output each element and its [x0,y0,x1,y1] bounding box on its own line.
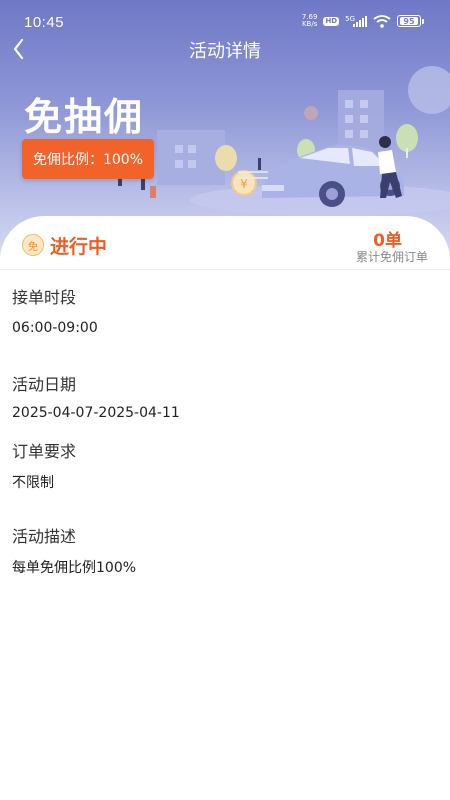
order-period-value: 06:00-09:00 [12,320,98,336]
battery-icon: 95 [397,15,424,27]
network-type: 5G [345,14,355,23]
battery-level: 95 [400,17,418,25]
commission-ratio-badge: 免佣比例：100% [22,139,154,179]
clock: 10:45 [24,14,65,31]
network-speed: 7.69 KB/s [302,14,318,28]
wifi-icon [373,14,391,28]
svg-text:¥: ¥ [240,177,248,191]
page-title: 活动详情 [189,41,261,62]
activity-status: 进行中 [50,236,108,258]
hd-icon: HD [323,16,340,26]
order-requirement-label: 订单要求 [12,442,77,461]
activity-description-label: 活动描述 [12,527,77,546]
free-commission-icon: 免 [22,234,44,256]
cellular-signal-icon: 5G [345,14,367,27]
activity-date-value: 2025-04-07-2025-04-11 [12,405,180,421]
status-icons: 7.69 KB/s HD 5G 95 [302,14,424,28]
activity-description-section: 活动描述 每单免佣比例100% [12,523,136,577]
activity-description-value: 每单免佣比例100% [12,560,137,576]
order-period-label: 接单时段 [12,288,77,307]
order-period-section: 接单时段 06:00-09:00 [12,284,98,336]
activity-date-label: 活动日期 [12,375,77,394]
order-requirement-value: 不限制 [12,475,54,491]
activity-date-section: 活动日期 2025-04-07-2025-04-11 [12,371,180,421]
free-order-count-label: 累计免佣订单 [355,250,428,264]
hero-title: 免抽佣 [24,95,145,139]
order-requirement-section: 订单要求 不限制 [12,438,76,492]
network-speed-unit: KB/s [301,20,318,28]
activity-summary: 免 进行中 0单 累计免佣订单 [0,216,450,270]
